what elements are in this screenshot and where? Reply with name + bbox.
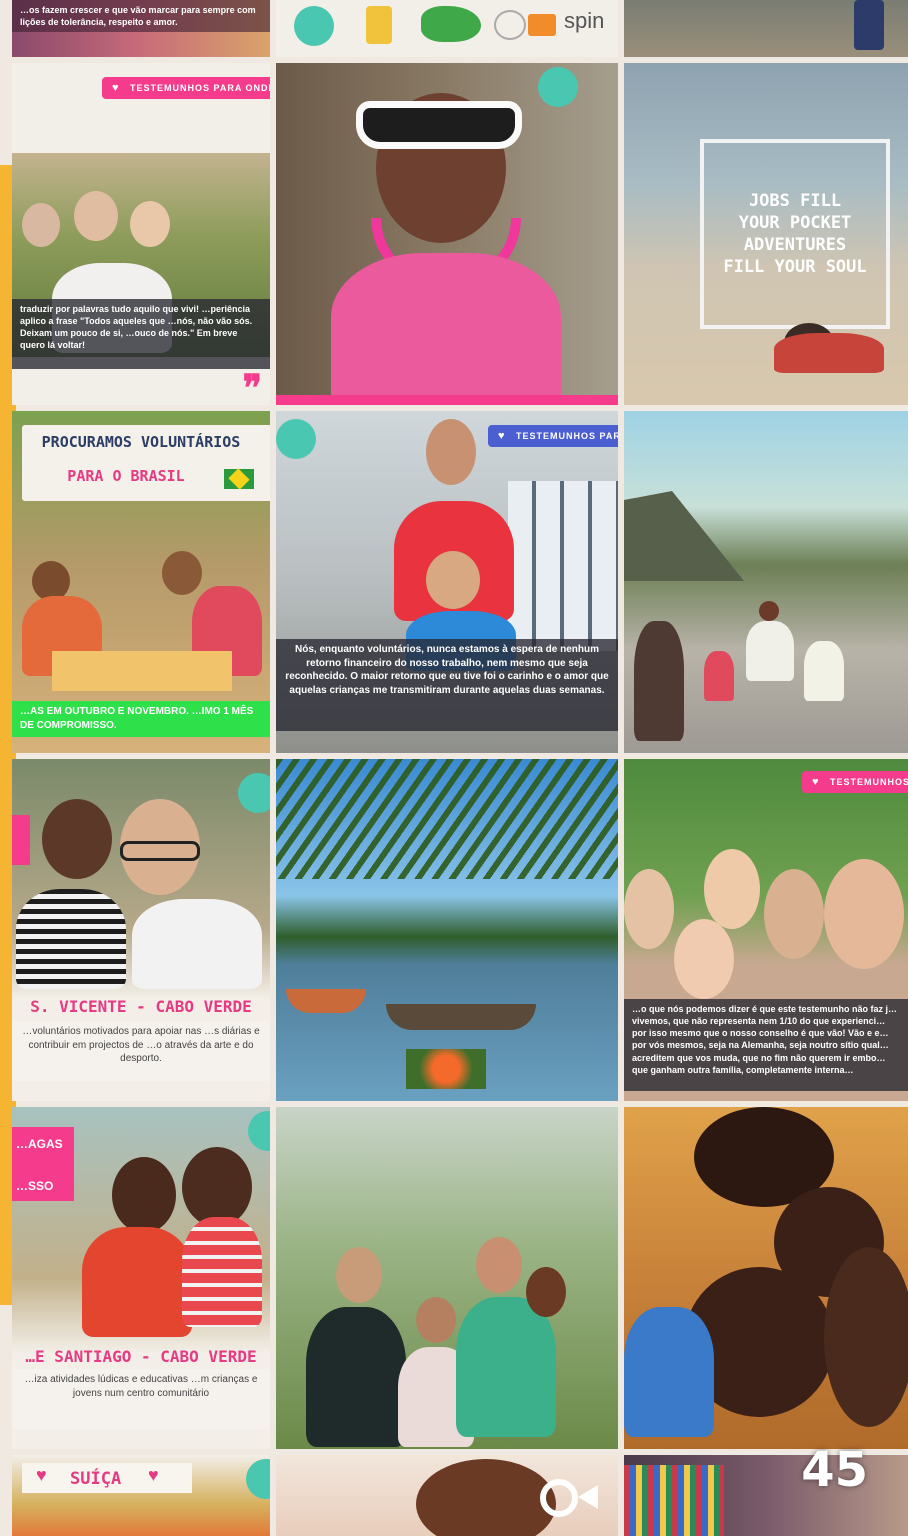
bookshelf bbox=[624, 1465, 724, 1536]
brazil-flag-icon bbox=[224, 468, 254, 490]
tile-row0-logos[interactable]: spin bbox=[276, 0, 618, 57]
onde-badge bbox=[248, 1111, 270, 1151]
page-number: 45 bbox=[801, 1442, 868, 1498]
testimony-quote: Nós, enquanto voluntários, nunca estamos… bbox=[276, 639, 618, 731]
onde-badge bbox=[238, 773, 270, 813]
woman-face bbox=[426, 419, 476, 485]
jobs-line-2: YOUR POCKET bbox=[738, 213, 852, 233]
row0-left-text: …os fazem crescer e que vão marcar para … bbox=[12, 0, 270, 33]
tile-testimony-3[interactable]: ♥ TESTEMUNHOS …o que nós podemos dizer é… bbox=[624, 759, 908, 1101]
brasil-subtitle: PARA O BRASIL bbox=[67, 467, 185, 485]
tile-testimony-1[interactable]: ♥ TESTEMUNHOS PARA ONDE traduzir por pal… bbox=[12, 63, 270, 405]
tile-brasil[interactable]: PROCURAMOS VOLUNTÁRIOS PARA O BRASIL …AS… bbox=[12, 411, 270, 753]
tile-suica[interactable]: ♥ SUÍÇA ♥ bbox=[12, 1455, 270, 1536]
testimony-pill: ♥ TESTEMUNHOS bbox=[802, 771, 908, 793]
tile-garden-group[interactable] bbox=[276, 1107, 618, 1449]
brasil-title: PROCURAMOS VOLUNTÁRIOS bbox=[41, 433, 241, 451]
cv-desc: …iza atividades lúdicas e educativas …m … bbox=[12, 1369, 270, 1429]
pink-tag-top: …AGAS bbox=[16, 1137, 63, 1151]
building-windows bbox=[508, 481, 618, 651]
heart-icon: ♥ bbox=[812, 776, 820, 788]
tile-video-face[interactable] bbox=[276, 1455, 618, 1536]
tile-kids-closeup[interactable] bbox=[624, 1107, 908, 1449]
heart-icon: ♥ bbox=[112, 82, 120, 94]
pink-strip bbox=[276, 395, 618, 405]
orange-logo-icon bbox=[528, 14, 556, 36]
sunglasses-icon bbox=[356, 101, 522, 149]
onde-badge bbox=[538, 67, 578, 107]
tile-street-dance[interactable] bbox=[624, 411, 908, 753]
tile-cv-svicente[interactable]: S. VICENTE - CABO VERDE …voluntários mot… bbox=[12, 759, 270, 1101]
cv-desc: …voluntários motivados para apoiar nas …… bbox=[12, 1021, 270, 1081]
glasses-icon bbox=[120, 841, 200, 861]
spin-logo: spin bbox=[564, 8, 605, 33]
tile-cv-santiago[interactable]: …AGAS …SSO …E SANTIAGO - CABO VERDE …iza… bbox=[12, 1107, 270, 1449]
jobs-frame bbox=[700, 139, 890, 329]
tile-testimony-2[interactable]: ♥ TESTEMUNHOS PARA ONDE Nós, enquanto vo… bbox=[276, 411, 618, 753]
tile-palm-lagoon[interactable] bbox=[276, 759, 618, 1101]
pink-tab bbox=[12, 815, 30, 865]
pink-dress bbox=[331, 253, 561, 405]
jobs-line-4: FILL YOUR SOUL bbox=[723, 257, 867, 277]
partner-logo-icon bbox=[494, 10, 526, 40]
crafts-table bbox=[52, 651, 232, 691]
jobs-line-3: ADVENTURES bbox=[743, 235, 847, 255]
r3-logo-icon bbox=[366, 6, 392, 44]
jobs-line-1: JOBS FILL bbox=[748, 191, 842, 211]
tile-jobs-quote[interactable]: JOBS FILL YOUR POCKET ADVENTURES FILL YO… bbox=[624, 63, 908, 405]
heart-icon: ♥ bbox=[498, 430, 506, 442]
palm-frond bbox=[276, 759, 618, 879]
testimony-quote: …o que nós podemos dizer é que este test… bbox=[624, 999, 908, 1091]
onde-badge bbox=[276, 419, 316, 459]
tile-row0-right[interactable] bbox=[624, 0, 908, 57]
heart-right-icon: ♥ bbox=[148, 1465, 159, 1485]
tile-row0-left[interactable]: …os fazem crescer e que vão marcar para … bbox=[12, 0, 270, 57]
video-camera-icon[interactable] bbox=[540, 1479, 578, 1517]
flowers bbox=[406, 1049, 486, 1089]
onde-logo-icon bbox=[294, 6, 334, 46]
heart-left-icon: ♥ bbox=[36, 1465, 47, 1485]
quote-mark-icon: ❞ bbox=[242, 367, 262, 405]
video-camera-lens-icon bbox=[578, 1485, 598, 1509]
green-map-logo-icon bbox=[421, 6, 481, 42]
person-legs bbox=[854, 0, 884, 50]
tile-girl-sunglasses[interactable] bbox=[276, 63, 618, 405]
boat-2 bbox=[386, 1004, 536, 1030]
boat-1 bbox=[286, 989, 366, 1013]
pink-tag-bottom: …SSO bbox=[16, 1179, 54, 1193]
cv-title: S. VICENTE - CABO VERDE bbox=[30, 997, 252, 1016]
cv-title: …E SANTIAGO - CABO VERDE bbox=[25, 1347, 257, 1366]
testimony-quote: traduzir por palavras tudo aquilo que vi… bbox=[12, 299, 270, 369]
suica-title: SUÍÇA bbox=[70, 1469, 122, 1489]
testimony-pill: ♥ TESTEMUNHOS PARA ONDE bbox=[102, 77, 270, 99]
mountain bbox=[624, 491, 744, 581]
testimony-pill: ♥ TESTEMUNHOS PARA ONDE bbox=[488, 425, 618, 447]
brasil-bottom-text: …AS EM OUTUBRO E NOVEMBRO. …IMO 1 MÊS DE… bbox=[12, 701, 270, 737]
onde-badge bbox=[246, 1459, 270, 1499]
